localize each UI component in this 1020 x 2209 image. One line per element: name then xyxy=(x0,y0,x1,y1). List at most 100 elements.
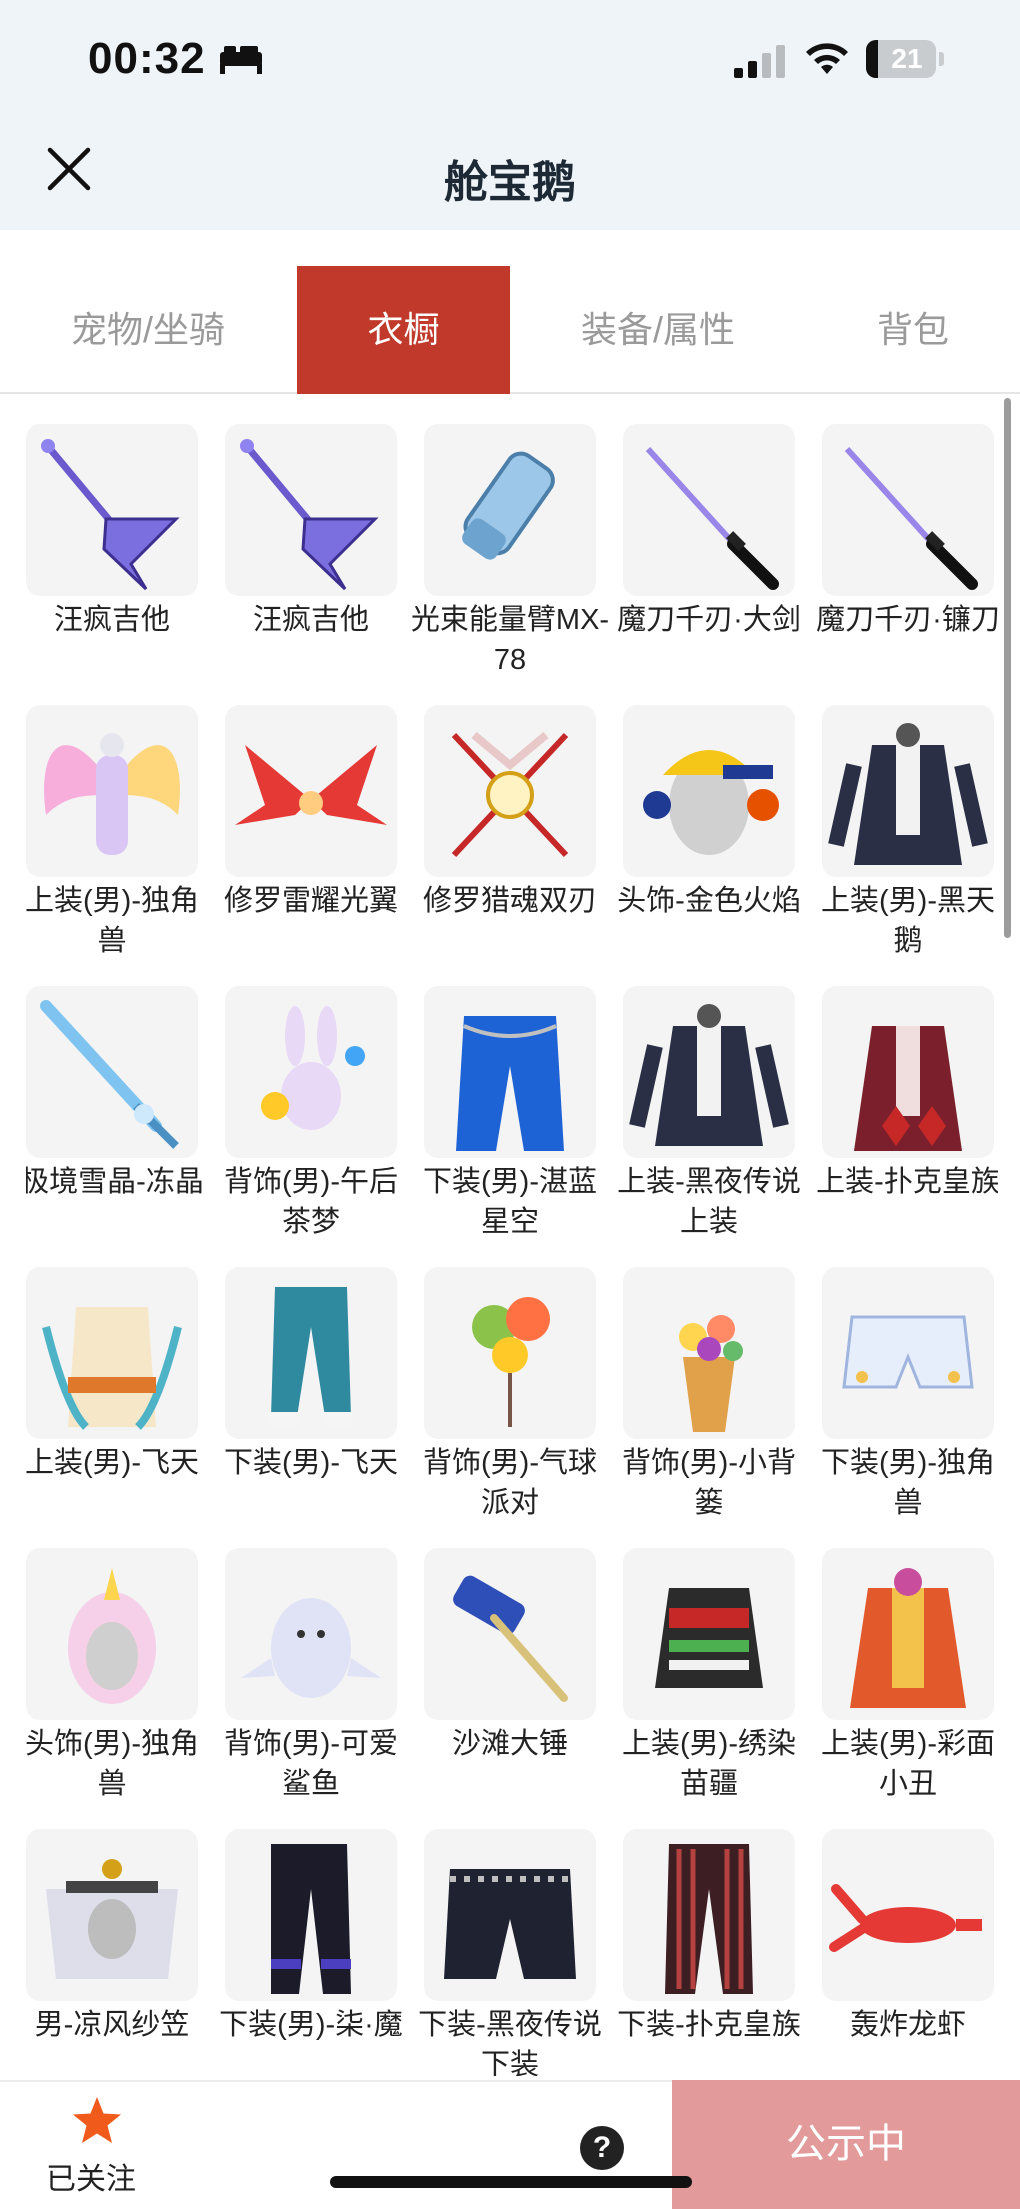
tab-equipment[interactable]: 装备/属性 xyxy=(510,266,806,394)
red-wings-icon xyxy=(225,705,397,877)
item-name: 汪疯吉他 xyxy=(252,604,369,636)
dark-blade-icon xyxy=(623,424,795,596)
tab-backpack[interactable]: 背包 xyxy=(806,266,1020,394)
home-indicator xyxy=(330,2176,692,2188)
item-name: 魔刀千刃·大剑 xyxy=(617,604,801,636)
white-shorts-icon xyxy=(822,1267,994,1439)
ice-sword-icon xyxy=(26,986,198,1158)
cell-signal-icon xyxy=(734,45,785,78)
wardrobe-item[interactable]: 背饰(男)-小背篓 xyxy=(622,1267,796,1537)
wardrobe-item[interactable]: 下装(男)-湛蓝星空 xyxy=(423,986,597,1256)
hammer-icon xyxy=(424,1548,596,1720)
black-shorts-icon xyxy=(424,1829,596,2001)
item-name: 背饰(男)-小背篓 xyxy=(622,1447,796,1519)
item-name: 下装(男)-柒·魔 xyxy=(219,2009,403,2041)
item-name: 修罗猎魂双刃 xyxy=(422,885,597,917)
wardrobe-item[interactable]: 光束能量臂MX-78 xyxy=(411,424,609,694)
item-name: 魔刀千刃·镰刀 xyxy=(816,604,998,636)
twin-blades-icon xyxy=(424,705,596,877)
item-name: 头饰-金色火焰 xyxy=(617,885,801,917)
dark-coat-icon xyxy=(822,705,994,877)
wardrobe-item[interactable]: 汪疯吉他 xyxy=(26,424,198,694)
wardrobe-item[interactable]: 修罗猎魂双刃 xyxy=(423,705,597,975)
lobster-icon xyxy=(822,1829,994,2001)
wifi-icon xyxy=(806,43,848,74)
item-name: 背饰(男)-气球派对 xyxy=(423,1447,597,1519)
clown-outfit-icon xyxy=(822,1548,994,1720)
wardrobe-item[interactable]: 上装(男)-黑天鹅 xyxy=(821,705,995,975)
battery-percent: 21 xyxy=(891,43,923,74)
wardrobe-item[interactable]: 沙滩大锤 xyxy=(424,1548,596,1818)
item-name: 极境雪晶-冻晶 xyxy=(26,1166,204,1198)
dark-coat-icon xyxy=(623,986,795,1158)
veil-hat-icon xyxy=(26,1829,198,2001)
item-name: 上装(男)-飞天 xyxy=(26,1447,199,1479)
wardrobe-item[interactable]: 男-凉风纱笠 xyxy=(26,1829,198,2076)
bunny-pet-icon xyxy=(225,986,397,1158)
item-name: 上装-扑克皇族 xyxy=(816,1166,998,1198)
wardrobe-item[interactable]: 轰炸龙虾 xyxy=(822,1829,994,2076)
category-tabs: 宠物/坐骑 衣橱 装备/属性 背包 xyxy=(0,266,1020,394)
item-name: 上装(男)-绣染苗疆 xyxy=(622,1728,796,1800)
item-name: 沙滩大锤 xyxy=(451,1728,568,1760)
item-name: 背饰(男)-午后茶梦 xyxy=(224,1166,398,1238)
item-name: 头饰(男)-独角兽 xyxy=(26,1728,199,1800)
wardrobe-item[interactable]: 上装-黑夜传说上装 xyxy=(617,986,801,1256)
wardrobe-item[interactable]: 下装(男)-独角兽 xyxy=(821,1267,995,1537)
wardrobe-item[interactable]: 头饰(男)-独角兽 xyxy=(26,1548,199,1818)
item-name: 男-凉风纱笠 xyxy=(34,2009,190,2041)
star-icon[interactable] xyxy=(70,2094,124,2148)
item-name: 轰炸龙虾 xyxy=(849,2009,966,2041)
tab-pets-mounts[interactable]: 宠物/坐骑 xyxy=(0,266,296,394)
shark-icon xyxy=(225,1548,397,1720)
header-area: 00:32 21 舱宝鹅 xyxy=(0,0,1020,230)
item-name: 背饰(男)-可爱鲨鱼 xyxy=(224,1728,398,1800)
scrollbar[interactable] xyxy=(1004,398,1011,938)
item-name: 汪疯吉他 xyxy=(53,604,170,636)
tab-wardrobe[interactable]: 衣橱 xyxy=(297,266,510,394)
wardrobe-item[interactable]: 汪疯吉他 xyxy=(225,424,397,694)
purple-guitar-icon xyxy=(225,424,397,596)
unicorn-hood-icon xyxy=(26,1548,198,1720)
red-coat-icon xyxy=(822,986,994,1158)
wardrobe-item[interactable]: 上装-扑克皇族 xyxy=(816,986,998,1256)
blue-jeans-icon xyxy=(424,986,596,1158)
item-name: 光束能量臂MX-78 xyxy=(410,604,610,676)
black-pants-icon xyxy=(225,1829,397,2001)
wardrobe-item[interactable]: 下装-黑夜传说下装 xyxy=(418,1829,602,2076)
wardrobe-item[interactable]: 上装(男)-飞天 xyxy=(26,1267,199,1537)
sleep-mode-icon xyxy=(220,46,262,74)
wardrobe-item[interactable]: 魔刀千刃·大剑 xyxy=(617,424,801,694)
purple-guitar-icon xyxy=(26,424,198,596)
embroidered-top-icon xyxy=(623,1548,795,1720)
striped-pants-icon xyxy=(623,1829,795,2001)
flying-outfit-icon xyxy=(26,1267,198,1439)
wardrobe-item[interactable]: 背饰(男)-可爱鲨鱼 xyxy=(224,1548,398,1818)
wardrobe-item[interactable]: 下装-扑克皇族 xyxy=(617,1829,801,2076)
wardrobe-item[interactable]: 背饰(男)-气球派对 xyxy=(423,1267,597,1537)
wardrobe-grid: 汪疯吉他 汪疯吉他 光束能量臂MX-78 魔刀千刃·大剑 魔刀千刃·镰刀上装(男)-独角… xyxy=(26,424,998,2076)
item-name: 上装-黑夜传说上装 xyxy=(617,1166,801,1238)
wardrobe-item[interactable]: 下装(男)-柒·魔 xyxy=(219,1829,403,2076)
item-name: 下装-扑克皇族 xyxy=(617,2009,801,2041)
help-icon[interactable]: ? xyxy=(580,2126,624,2170)
wardrobe-item[interactable]: 修罗雷耀光翼 xyxy=(224,705,398,975)
wardrobe-item[interactable]: 上装(男)-独角兽 xyxy=(26,705,199,975)
wardrobe-item[interactable]: 下装(男)-飞天 xyxy=(224,1267,398,1537)
item-name: 上装(男)-彩面小丑 xyxy=(821,1728,995,1800)
page-title: 舱宝鹅 xyxy=(444,158,576,207)
wardrobe-item[interactable]: 魔刀千刃·镰刀 xyxy=(816,424,998,694)
item-name: 下装(男)-独角兽 xyxy=(821,1447,995,1519)
wardrobe-item[interactable]: 极境雪晶-冻晶 xyxy=(26,986,204,1256)
battery-indicator: 21 xyxy=(866,40,936,78)
wardrobe-item[interactable]: 背饰(男)-午后茶梦 xyxy=(224,986,398,1256)
wardrobe-item[interactable]: 头饰-金色火焰 xyxy=(617,705,801,975)
item-name: 上装(男)-黑天鹅 xyxy=(821,885,995,957)
follow-label[interactable]: 已关注 xyxy=(46,2154,136,2198)
wardrobe-item[interactable]: 上装(男)-彩面小丑 xyxy=(821,1548,995,1818)
public-status-button[interactable]: 公示中 xyxy=(672,2080,1020,2209)
dark-blade-icon xyxy=(822,424,994,596)
wardrobe-item[interactable]: 上装(男)-绣染苗疆 xyxy=(622,1548,796,1818)
balloons-icon xyxy=(424,1267,596,1439)
cap-headphones-icon xyxy=(623,705,795,877)
